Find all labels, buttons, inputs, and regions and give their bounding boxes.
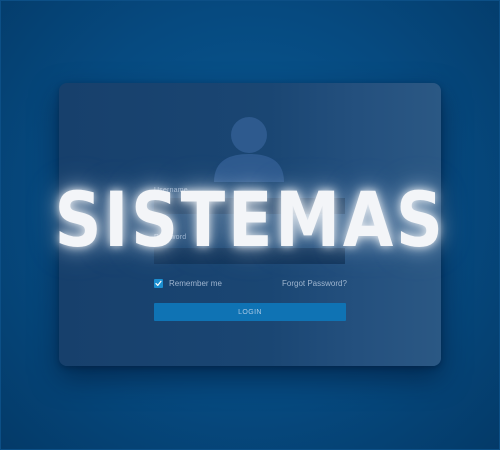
remember-me-label: Remember me [169, 279, 222, 288]
login-button[interactable]: LOGIN [154, 303, 346, 321]
user-avatar-icon [212, 116, 286, 182]
forgot-password-link[interactable]: Forgot Password? [282, 279, 347, 288]
checkmark-icon [154, 279, 163, 288]
headline-text: SISTEMAS [54, 175, 446, 264]
remember-me-checkbox[interactable]: Remember me [154, 279, 222, 288]
